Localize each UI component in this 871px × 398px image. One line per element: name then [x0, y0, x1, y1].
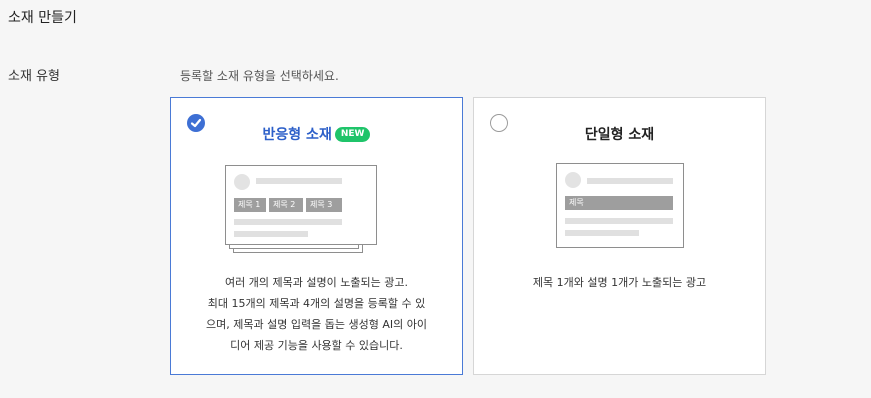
mockup-avatar	[565, 172, 581, 188]
mockup-line	[587, 178, 673, 184]
mockup-line	[234, 231, 308, 237]
option-card-responsive[interactable]: 반응형 소재 NEW 제목 1 제목 2 제목 3 여러 개의 제목과 설명이 노…	[170, 97, 463, 375]
option-title-text: 반응형 소재	[262, 127, 332, 143]
mockup-tag: 제목	[565, 196, 673, 210]
option-description-single: 제목 1개와 설명 1개가 노출되는 광고	[494, 272, 745, 293]
mockup-sheet: 제목	[556, 163, 684, 248]
description-line: 으며, 제목과 설명 입력을 돕는 생성형 AI의 아이	[206, 318, 427, 331]
creative-type-instruction: 등록할 소재 유형을 선택하세요.	[180, 69, 339, 83]
mockup-tag: 제목 1	[234, 198, 266, 212]
responsive-illustration: 제목 1 제목 2 제목 3	[225, 165, 395, 265]
description-line: 최대 15개의 제목과 4개의 설명을 등록할 수 있	[207, 297, 426, 310]
create-creative-page: 소재 만들기 소재 유형 등록할 소재 유형을 선택하세요. 반응형 소재 NEW…	[0, 0, 871, 398]
option-title-responsive: 반응형 소재 NEW	[171, 125, 462, 145]
option-card-single[interactable]: 단일형 소재 제목 제목 1개와 설명 1개가 노출되는 광고	[473, 97, 766, 375]
mockup-line	[256, 178, 342, 184]
description-line: 여러 개의 제목과 설명이 노출되는 광고.	[225, 276, 408, 289]
mockup-avatar	[234, 174, 250, 190]
mockup-line	[565, 230, 639, 236]
single-illustration: 제목	[556, 163, 686, 249]
description-line: 디어 제공 기능을 사용할 수 있습니다.	[230, 339, 403, 352]
description-line: 제목 1개와 설명 1개가 노출되는 광고	[532, 276, 707, 289]
option-title-single: 단일형 소재	[584, 127, 655, 143]
page-title: 소재 만들기	[8, 10, 77, 26]
mockup-line	[565, 218, 673, 224]
new-badge: NEW	[334, 126, 371, 142]
mockup-line	[234, 219, 342, 225]
creative-type-label: 소재 유형	[8, 69, 60, 84]
mockup-tag: 제목 3	[306, 198, 342, 212]
mockup-sheet-front: 제목 1 제목 2 제목 3	[225, 165, 377, 245]
mockup-tag: 제목 2	[269, 198, 303, 212]
option-description-responsive: 여러 개의 제목과 설명이 노출되는 광고. 최대 15개의 제목과 4개의 설…	[191, 272, 442, 356]
